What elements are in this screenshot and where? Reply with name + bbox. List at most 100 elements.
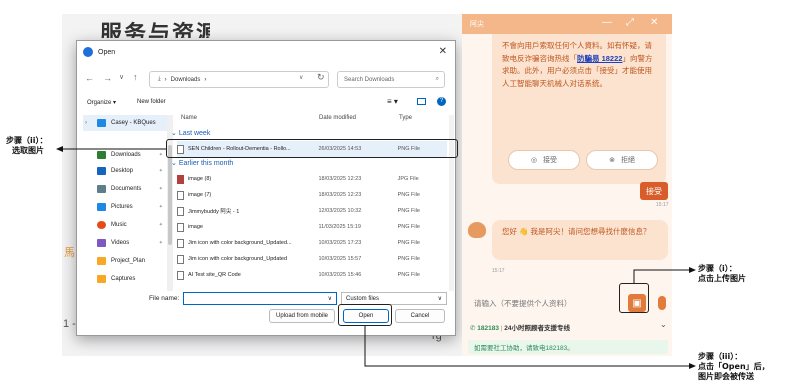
sidebar-item-captures[interactable]: Captures: [83, 271, 167, 287]
sidebar-item-label: Casey - KBQues: [111, 120, 156, 126]
dialog-app-icon: [83, 47, 93, 57]
pin-icon: ✦: [158, 168, 163, 174]
group-label: Earlier this month: [178, 160, 234, 167]
file-icon: [177, 270, 184, 280]
preview-pane-icon[interactable]: [417, 98, 426, 105]
file-type-value: Custom files: [346, 295, 380, 302]
minimize-icon[interactable]: —: [602, 17, 612, 28]
file-icon: [177, 190, 184, 200]
expand-icon[interactable]: ⤢: [626, 17, 634, 28]
search-placeholder: Search Downloads: [344, 76, 395, 83]
accept-pill-label: 接受: [543, 157, 558, 164]
sidebar-item-pictures[interactable]: Pictures ✦: [83, 199, 167, 215]
background-dash: 1 -: [63, 318, 76, 330]
file-name-input[interactable]: ∨: [183, 292, 337, 305]
help-icon[interactable]: ?: [437, 97, 446, 106]
hotline-link[interactable]: 防騙易 18222: [577, 54, 622, 63]
sidebar-item-onedrive[interactable]: › Casey - KBQues: [83, 115, 167, 131]
file-name-label: File name:: [149, 295, 180, 302]
chat-input[interactable]: 请输入（不要提供个人资料）: [474, 298, 572, 309]
step-3-annotation: 步骤（iii）： 点击「Open」后， 图片即会被传送: [698, 352, 770, 382]
videos-icon: [97, 239, 106, 247]
file-row[interactable]: image (8) 18/03/2025 12:23 JPG File: [177, 171, 447, 187]
address-dropdown-icon[interactable]: ∨: [299, 74, 303, 81]
file-row[interactable]: AI Test site_QR Code 10/03/2025 15:46 PN…: [177, 267, 447, 283]
refresh-icon[interactable]: ↻: [317, 72, 325, 83]
group-earlier-this-month[interactable]: ⌄ Earlier this month: [171, 159, 233, 167]
accept-pill-button[interactable]: ◎ 接受: [508, 150, 580, 170]
file-icon: [177, 206, 184, 216]
file-date: 18/03/2025 12:23: [318, 176, 362, 182]
file-row[interactable]: Jim icon with color background_Updated 1…: [177, 251, 447, 267]
cross-circle-icon: ⊗: [609, 157, 615, 164]
chevron-down-icon: ∨: [437, 296, 442, 302]
new-folder-button[interactable]: New folder: [137, 99, 166, 105]
file-row[interactable]: image (7) 18/03/2025 12:23 PNG File: [177, 187, 447, 203]
file-name: image: [188, 224, 203, 230]
sidebar-item-videos[interactable]: Videos ✦: [83, 235, 167, 251]
chatbot-header: 阿尖: [462, 14, 672, 34]
cancel-button[interactable]: Cancel: [395, 309, 445, 323]
file-icon: [177, 222, 184, 232]
view-menu-icon[interactable]: ≡ ▾: [387, 97, 398, 106]
recent-chevron-icon[interactable]: ∨: [119, 73, 124, 81]
sidebar-item-label: Project_Plan: [111, 258, 146, 264]
sidebar-item-desktop[interactable]: Desktop ✦: [83, 163, 167, 179]
file-date: 10/03/2025 17:23: [318, 240, 362, 246]
folder-icon: [97, 275, 106, 283]
hotline-text: 24小时照顾者支援专线: [504, 325, 571, 332]
sidebar-item-downloads[interactable]: Downloads ✦: [83, 147, 167, 163]
step-1-annotation: 步骤（i）： 点击上传图片: [698, 264, 746, 284]
search-input[interactable]: Search Downloads ⌕: [337, 71, 445, 88]
pin-icon: ✦: [158, 222, 163, 228]
file-row[interactable]: Jim icon with color background_Updated..…: [177, 235, 447, 251]
file-name: Jimmybuddy 阿尖 - 1: [188, 209, 240, 215]
microphone-icon[interactable]: [658, 296, 666, 310]
sidebar-item-label: Music: [111, 222, 127, 228]
folder-icon: [97, 257, 106, 265]
sidebar-item-documents[interactable]: Documents ✦: [83, 181, 167, 197]
address-bar-row: ← → ∨ ↑ ⤓ › Downloads › ∨ ↻ Search Downl…: [77, 69, 455, 91]
greeting-message: 您好 👋 我是阿尖！请问您想尋找什麼信息？: [492, 220, 668, 260]
documents-icon: [97, 185, 106, 193]
column-name[interactable]: Name: [181, 115, 197, 121]
forward-arrow-icon[interactable]: →: [103, 73, 112, 83]
step-1-text: 点击上传图片: [698, 274, 746, 283]
file-type: PNG File: [397, 192, 420, 198]
sidebar-item-label: Pictures: [111, 204, 133, 210]
sidebar-item-label: Documents: [111, 186, 142, 192]
step-2-text: 选取图片: [12, 146, 44, 155]
file-type: PNG File: [397, 224, 420, 230]
upload-icon-highlight: [619, 283, 649, 313]
address-path: Downloads: [170, 76, 201, 83]
file-type: PNG File: [397, 272, 420, 278]
sidebar-item-project-plan[interactable]: Project_Plan: [83, 253, 167, 269]
close-icon[interactable]: ✕: [650, 17, 658, 28]
dialog-titlebar: Open: [77, 41, 455, 63]
sidebar-item-label: Captures: [111, 276, 136, 282]
back-arrow-icon[interactable]: ←: [85, 73, 94, 83]
file-row[interactable]: image 11/03/2025 15:19 PNG File: [177, 219, 447, 235]
close-icon[interactable]: ✕: [439, 46, 447, 57]
upload-from-mobile-button[interactable]: Upload from mobile: [269, 309, 335, 323]
reject-pill-button[interactable]: ⊗ 拒絕: [586, 150, 658, 170]
up-arrow-icon[interactable]: ↑: [133, 72, 138, 82]
background-title: 服务与资源: [100, 22, 210, 38]
sidebar-item-music[interactable]: Music ✦: [83, 217, 167, 233]
group-last-week[interactable]: ⌄ Last week: [171, 129, 210, 137]
file-selection-highlight: [166, 139, 458, 158]
file-type: PNG File: [397, 256, 420, 262]
column-type[interactable]: Type: [399, 115, 412, 121]
file-row[interactable]: Jimmybuddy 阿尖 - 1 12/03/2025 10:32 PNG F…: [177, 203, 447, 219]
pictures-icon: [97, 203, 106, 211]
chatbot-title: 阿尖: [470, 21, 484, 28]
column-date[interactable]: Date modified: [319, 115, 356, 121]
cloud-icon: [97, 119, 106, 127]
step-3-text-2: 图片即会被传送: [698, 372, 754, 381]
step-2-title: 步骤（ii）：: [6, 136, 48, 145]
file-date: 10/03/2025 15:46: [318, 272, 362, 278]
desktop-icon: [97, 167, 106, 175]
organize-button[interactable]: Organize ▾: [87, 99, 116, 106]
open-button-highlight: [338, 304, 392, 326]
chevron-down-icon[interactable]: ⌄: [660, 320, 667, 329]
